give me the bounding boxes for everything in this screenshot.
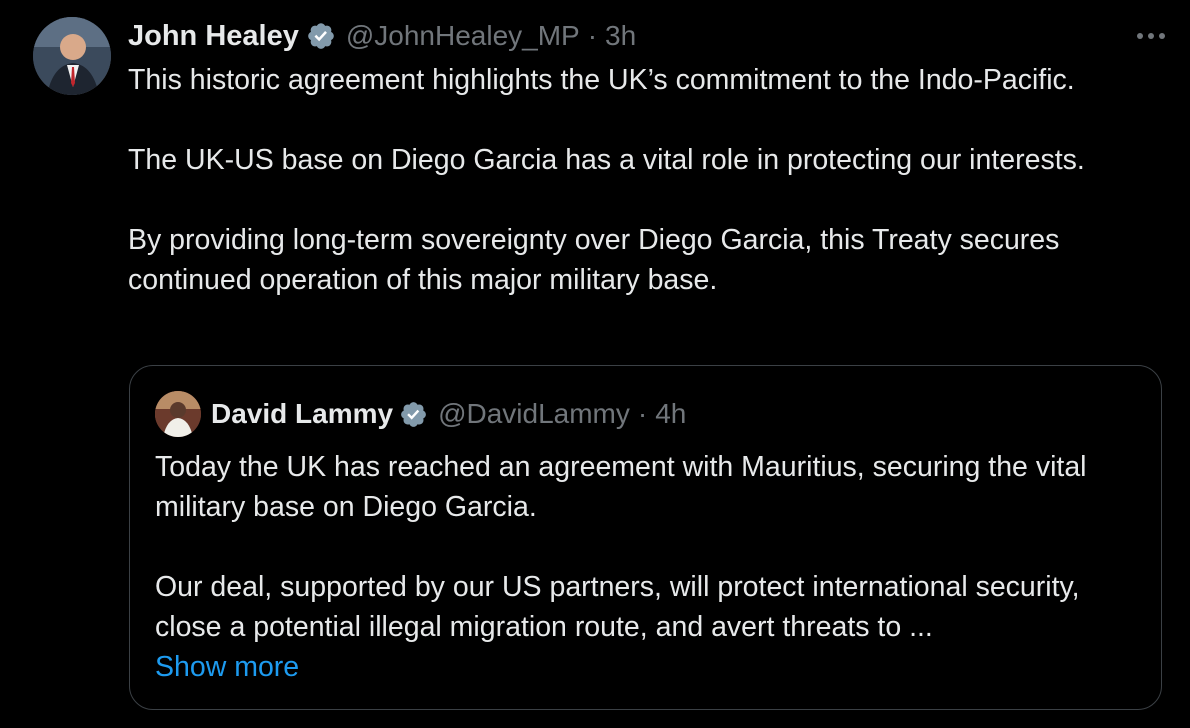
tweet-timestamp[interactable]: 3h — [605, 20, 636, 52]
quoted-author-name[interactable]: David Lammy — [211, 398, 393, 430]
quoted-tweet-text: Today the UK has reached an agreement wi… — [155, 447, 1135, 687]
author-name[interactable]: John Healey — [128, 20, 299, 53]
author-avatar[interactable] — [33, 17, 111, 95]
quoted-author-handle[interactable]: @DavidLammy — [438, 398, 630, 430]
tweet-paragraph: By providing long-term sovereignty over … — [128, 224, 1060, 296]
tweet[interactable]: John Healey @JohnHealey_MP · 3h This his… — [0, 0, 1190, 728]
tweet-paragraph: The UK-US base on Diego Garcia has a vit… — [128, 144, 1085, 176]
tweet-text: This historic agreement highlights the U… — [128, 60, 1168, 300]
quoted-tweet-timestamp[interactable]: 4h — [655, 398, 686, 430]
verified-badge-icon[interactable] — [399, 400, 428, 429]
more-horizontal-icon — [1137, 33, 1165, 39]
quoted-author-avatar[interactable] — [155, 391, 201, 437]
more-options-button[interactable] — [1134, 22, 1168, 50]
separator-dot: · — [587, 20, 598, 51]
avatar-photo — [33, 17, 111, 95]
quoted-tweet-card[interactable]: David Lammy @DavidLammy · 4h Today the U… — [129, 365, 1162, 710]
verified-badge-icon[interactable] — [306, 21, 336, 51]
show-more-link[interactable]: Show more — [155, 651, 299, 683]
separator-dot: · — [637, 398, 648, 429]
tweet-paragraph: This historic agreement highlights the U… — [128, 64, 1075, 96]
author-handle[interactable]: @JohnHealey_MP — [346, 20, 580, 52]
quoted-avatar-photo — [155, 391, 201, 437]
tweet-header: John Healey @JohnHealey_MP · 3h — [128, 16, 636, 56]
quoted-tweet-paragraph: Our deal, supported by our US partners, … — [155, 571, 1080, 643]
quoted-tweet-header: David Lammy @DavidLammy · 4h — [155, 391, 686, 437]
quoted-tweet-paragraph: Today the UK has reached an agreement wi… — [155, 451, 1087, 523]
